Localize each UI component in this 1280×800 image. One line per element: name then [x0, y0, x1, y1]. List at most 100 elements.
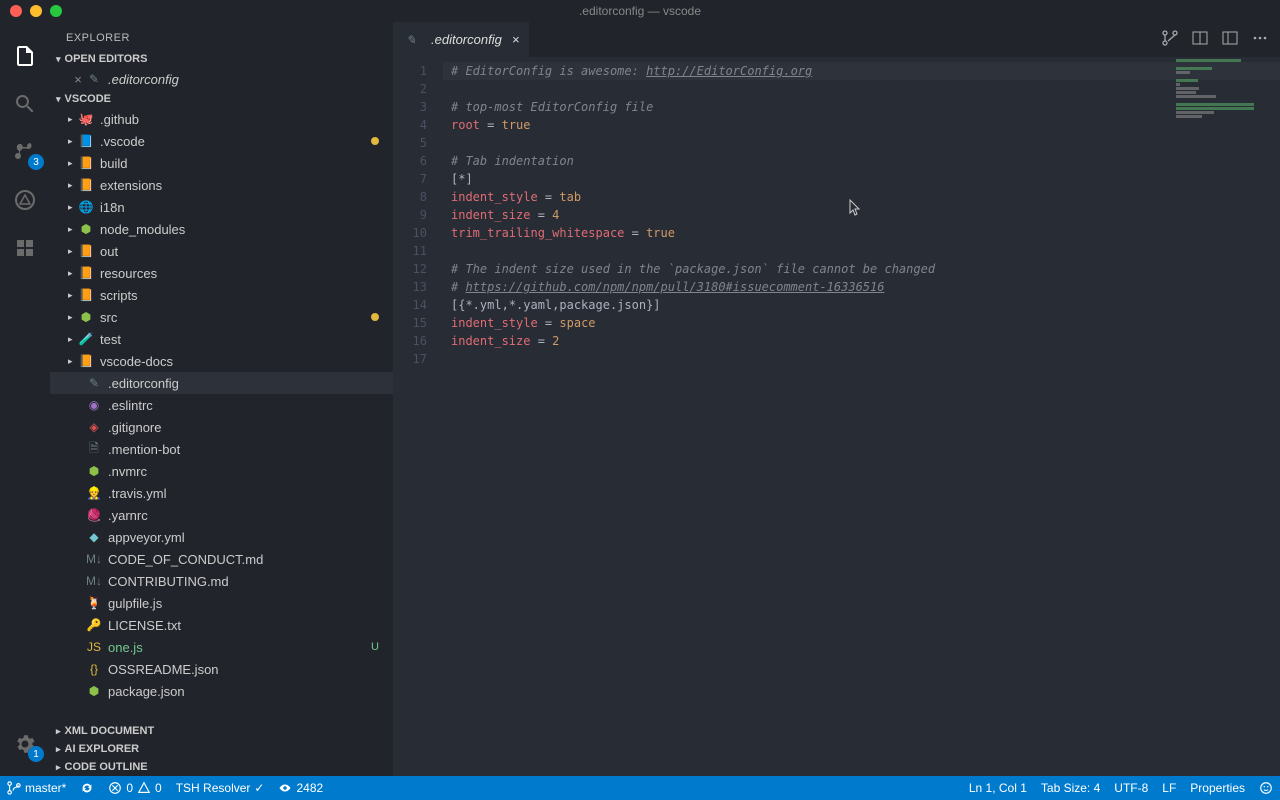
problems-status[interactable]: 0 0: [101, 776, 168, 800]
cursor-position-status[interactable]: Ln 1, Col 1: [962, 776, 1034, 800]
file-item[interactable]: M↓CONTRIBUTING.md: [50, 570, 393, 592]
split-editor-icon[interactable]: [1192, 30, 1208, 49]
tab-size-status[interactable]: Tab Size: 4: [1034, 776, 1107, 800]
extensions-view-icon[interactable]: [0, 224, 50, 272]
code-line[interactable]: [443, 80, 1280, 98]
open-editor-item[interactable]: × ✎ .editorconfig: [50, 68, 393, 90]
file-item[interactable]: 🧶.yarnrc: [50, 504, 393, 526]
code-line[interactable]: trim_trailing_whitespace = true: [443, 224, 1280, 242]
chevron-right-icon: ▸: [68, 356, 78, 367]
open-editors-label: OPEN EDITORS: [65, 53, 148, 65]
views-status[interactable]: 2482: [271, 776, 330, 800]
file-item[interactable]: 🍹gulpfile.js: [50, 592, 393, 614]
code-line[interactable]: # https://github.com/npm/npm/pull/3180#i…: [443, 278, 1280, 296]
code-line[interactable]: indent_style = space: [443, 314, 1280, 332]
file-item[interactable]: ◈.gitignore: [50, 416, 393, 438]
file-item[interactable]: ✎.editorconfig: [50, 372, 393, 394]
folder-item[interactable]: ▸📙scripts: [50, 284, 393, 306]
file-item[interactable]: 🔑 LICENSE.txt: [50, 614, 393, 636]
item-label: appveyor.yml: [108, 530, 393, 545]
code-line[interactable]: [443, 350, 1280, 368]
code-line[interactable]: [443, 134, 1280, 152]
item-label: extensions: [100, 178, 393, 193]
folder-item[interactable]: ▸⬢node_modules: [50, 218, 393, 240]
code-line[interactable]: # top-most EditorConfig file: [443, 98, 1280, 116]
code-line[interactable]: # Tab indentation: [443, 152, 1280, 170]
chevron-right-icon: ▸: [68, 114, 78, 125]
xml-document-section-header[interactable]: XML DOCUMENT: [50, 722, 393, 740]
ai-explorer-section-header[interactable]: AI EXPLORER: [50, 740, 393, 758]
code-line[interactable]: # The indent size used in the `package.j…: [443, 260, 1280, 278]
code-line[interactable]: [{*.yml,*.yaml,package.json}]: [443, 296, 1280, 314]
code-line[interactable]: indent_style = tab: [443, 188, 1280, 206]
file-type-icon: 📙: [78, 287, 94, 303]
file-item[interactable]: 🗎.mention-bot: [50, 438, 393, 460]
file-type-icon: ⬢: [86, 463, 102, 479]
file-item[interactable]: ◉.eslintrc: [50, 394, 393, 416]
code-line[interactable]: [443, 242, 1280, 260]
code-line[interactable]: [*]: [443, 170, 1280, 188]
chevron-right-icon: ▸: [68, 136, 78, 147]
status-bar: master* 0 0 TSH Resolver ✓ 2482 Ln 1, Co…: [0, 776, 1280, 800]
file-type-icon: {}: [86, 661, 102, 677]
folder-item[interactable]: ▸🧪test: [50, 328, 393, 350]
encoding-status[interactable]: UTF-8: [1107, 776, 1155, 800]
code-content[interactable]: # EditorConfig is awesome: http://Editor…: [443, 62, 1280, 776]
file-type-icon: 🔑: [86, 617, 102, 633]
item-label: i18n: [100, 200, 393, 215]
close-icon[interactable]: ×: [508, 32, 520, 47]
project-section-header[interactable]: VSCODE: [50, 90, 393, 108]
search-view-icon[interactable]: [0, 80, 50, 128]
sync-status[interactable]: [73, 776, 101, 800]
folder-item[interactable]: ▸📙resources: [50, 262, 393, 284]
code-outline-section-header[interactable]: CODE OUTLINE: [50, 758, 393, 776]
tab-bar: ✎ .editorconfig ×: [393, 22, 1280, 57]
folder-item[interactable]: ▸📙vscode-docs: [50, 350, 393, 372]
item-label: LICENSE.txt: [108, 618, 393, 633]
scm-view-icon[interactable]: 3: [0, 128, 50, 176]
code-line[interactable]: indent_size = 4: [443, 206, 1280, 224]
file-item[interactable]: ⬢.nvmrc: [50, 460, 393, 482]
outline-section-label: CODE OUTLINE: [65, 761, 148, 773]
layout-icon[interactable]: [1222, 30, 1238, 49]
minimap[interactable]: [1176, 59, 1266, 119]
language-mode-status[interactable]: Properties: [1183, 776, 1252, 800]
file-item[interactable]: 👷.travis.yml: [50, 482, 393, 504]
file-item[interactable]: M↓CODE_OF_CONDUCT.md: [50, 548, 393, 570]
chevron-right-icon: ▸: [68, 224, 78, 235]
folder-item[interactable]: ▸📙extensions: [50, 174, 393, 196]
close-icon[interactable]: ×: [70, 72, 86, 87]
tab-editorconfig[interactable]: ✎ .editorconfig ×: [393, 22, 529, 57]
file-item[interactable]: {}OSSREADME.json: [50, 658, 393, 680]
file-type-icon: ✎: [86, 375, 102, 391]
code-line[interactable]: # EditorConfig is awesome: http://Editor…: [443, 62, 1280, 80]
editor-body[interactable]: 1234567891011121314151617 # EditorConfig…: [393, 57, 1280, 776]
open-editors-section-header[interactable]: OPEN EDITORS: [50, 50, 393, 68]
feedback-icon[interactable]: [1252, 776, 1280, 800]
folder-item[interactable]: ▸🌐i18n: [50, 196, 393, 218]
explorer-view-icon[interactable]: [0, 32, 50, 80]
file-type-icon: ◈: [86, 419, 102, 435]
folder-item[interactable]: ▸⬢src: [50, 306, 393, 328]
git-compare-icon[interactable]: [1162, 30, 1178, 49]
settings-gear-icon[interactable]: 1: [0, 720, 50, 768]
eol-status[interactable]: LF: [1155, 776, 1183, 800]
folder-item[interactable]: ▸📘.vscode: [50, 130, 393, 152]
debug-view-icon[interactable]: [0, 176, 50, 224]
code-line[interactable]: indent_size = 2: [443, 332, 1280, 350]
check-icon: ✓: [254, 781, 264, 795]
file-item[interactable]: ⬢package.json: [50, 680, 393, 702]
file-item[interactable]: JSone.jsU: [50, 636, 393, 658]
tab-actions: [1162, 22, 1280, 57]
more-actions-icon[interactable]: [1252, 30, 1268, 49]
file-type-icon: ⬢: [78, 309, 94, 325]
resolver-status[interactable]: TSH Resolver ✓: [169, 776, 272, 800]
file-item[interactable]: ◆appveyor.yml: [50, 526, 393, 548]
folder-item[interactable]: ▸📙build: [50, 152, 393, 174]
code-line[interactable]: root = true: [443, 116, 1280, 134]
folder-item[interactable]: ▸🐙.github: [50, 108, 393, 130]
settings-badge: 1: [28, 746, 44, 762]
scm-badge: 3: [28, 154, 44, 170]
git-branch-status[interactable]: master*: [0, 776, 73, 800]
folder-item[interactable]: ▸📙out: [50, 240, 393, 262]
